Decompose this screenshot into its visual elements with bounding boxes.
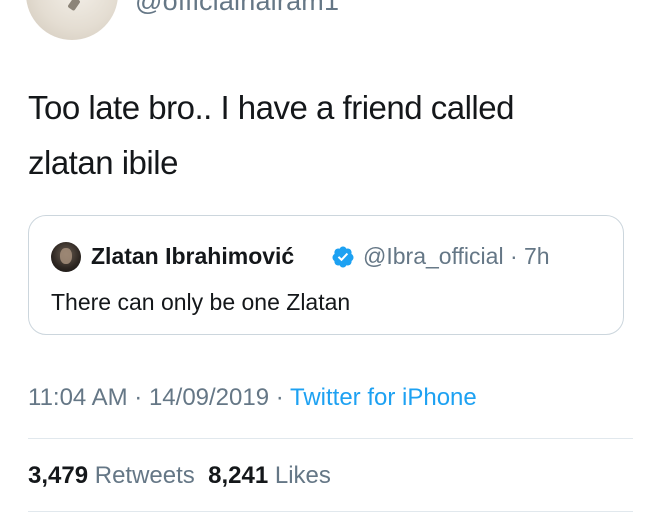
tweet-text-line-1: Too late bro.. I have a friend called [28,89,514,126]
retweets-count: 3,479 [28,462,89,489]
likes-label: Likes [274,462,331,489]
retweets-label: Retweets [94,462,195,489]
divider-bottom [28,511,633,512]
avatar-detail [67,0,81,12]
engagement-stats: 3,479 Retweets 8,241 Likes [28,462,331,490]
quoted-author-name[interactable]: Zlatan Ibrahimović [91,243,294,270]
quoted-tweet-card[interactable]: Zlatan Ibrahimović @Ibra_official · 7h T… [28,215,624,335]
quoted-author-handle-and-time[interactable]: @Ibra_official · 7h [363,243,550,270]
author-handle[interactable]: @officialnairam1 [135,0,339,17]
likes-stat[interactable]: 8,241 Likes [208,462,331,489]
retweets-stat[interactable]: 3,479 Retweets [28,462,195,489]
quoted-time[interactable]: 7h [524,243,550,269]
tweet-text: Too late bro.. I have a friend called zl… [28,80,628,190]
meta-separator-1: · [127,384,149,411]
tweet-time[interactable]: 11:04 AM [28,384,128,411]
divider-top [28,438,633,439]
verified-badge-icon [332,246,354,268]
quoted-handle[interactable]: @Ibra_official [363,243,504,269]
meta-separator-2: · [269,384,290,411]
tweet-metadata: 11:04 AM · 14/09/2019 · Twitter for iPho… [28,384,477,412]
tweet-source-link[interactable]: Twitter for iPhone [290,384,477,411]
tweet-date[interactable]: 14/09/2019 [149,384,269,411]
likes-count: 8,241 [208,462,269,489]
tweet-text-line-2: zlatan ibile [28,144,178,181]
author-avatar[interactable] [26,0,118,40]
quoted-tweet-text: There can only be one Zlatan [51,289,351,315]
quoted-separator: · [503,243,525,269]
quoted-author-avatar[interactable] [51,242,81,272]
